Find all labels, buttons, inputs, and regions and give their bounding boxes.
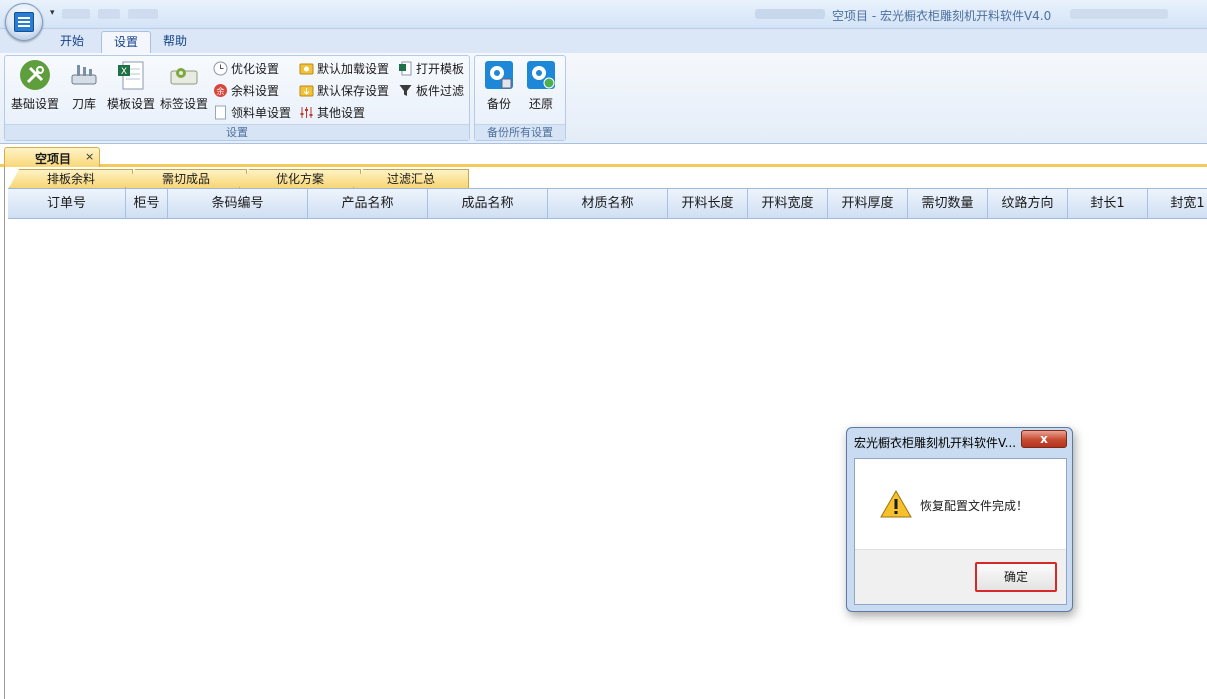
document-icon	[215, 105, 226, 120]
column-header-barcode[interactable]: 条码编号	[168, 189, 308, 218]
default-save-settings-label: 默认保存设置	[317, 84, 390, 98]
window-title: 空项目 - 宏光橱衣柜雕刻机开料软件V4.0	[832, 9, 1052, 23]
dialog-client: 恢复配置文件完成！ 确定	[854, 458, 1067, 605]
backup-group: 备份 还原 备份所有设置	[474, 55, 566, 141]
dialog-close-button[interactable]: x	[1021, 430, 1067, 448]
quick-access-item[interactable]	[128, 9, 158, 19]
open-template-label: 打开模板	[416, 62, 465, 76]
clock-icon	[213, 61, 228, 76]
column-header-edge-length-1[interactable]: 封长1	[1068, 189, 1148, 218]
tool-library-icon	[71, 65, 97, 85]
grid-header: 订单号 柜号 条码编号 产品名称 成品名称 材质名称 开料长度 开料宽度 开料厚…	[8, 188, 1207, 219]
tab-filter-summary[interactable]: 过滤汇总	[353, 169, 469, 188]
label-gear-icon	[170, 68, 198, 85]
ribbon: 基础设置 刀库 X 模板设置 标签设置 优化设置 余 余料设置 领料单设置 默认…	[0, 53, 1207, 144]
optimize-settings-label: 优化设置	[231, 62, 280, 76]
column-header-order-no[interactable]: 订单号	[8, 189, 126, 218]
quick-access-item[interactable]	[98, 9, 120, 19]
column-header-finished-name[interactable]: 成品名称	[428, 189, 548, 218]
app-logo-icon	[14, 12, 34, 32]
default-load-settings-label: 默认加载设置	[317, 62, 390, 76]
column-header-cut-length[interactable]: 开料长度	[668, 189, 748, 218]
svg-text:X: X	[121, 67, 127, 77]
ribbon-tab-bar: 开始 设置 帮助	[0, 29, 1207, 53]
close-icon[interactable]: ×	[85, 150, 94, 163]
title-bar: ▾ 空项目 - 宏光橱衣柜雕刻机开料软件V4.0	[0, 0, 1207, 29]
dialog-title: 宏光橱衣柜雕刻机开料软件V...	[854, 436, 1017, 450]
restore-button[interactable]: 还原	[522, 59, 560, 115]
backup-gear-icon	[485, 61, 513, 89]
sub-tab-strip: 排板余料 需切成品 优化方案 过滤汇总	[4, 167, 1207, 188]
settings-group: 基础设置 刀库 X 模板设置 标签设置 优化设置 余 余料设置 领料单设置 默认…	[4, 55, 470, 141]
column-header-cut-quantity[interactable]: 需切数量	[908, 189, 988, 218]
optimize-settings-button[interactable]: 优化设置	[213, 59, 279, 79]
title-blur-left	[755, 9, 825, 19]
label-settings-button[interactable]: 标签设置	[158, 59, 210, 115]
backup-button[interactable]: 备份	[480, 59, 518, 115]
column-header-cabinet-no[interactable]: 柜号	[126, 189, 168, 218]
document-tab[interactable]: 空项目 ×	[4, 147, 100, 167]
tab-start[interactable]: 开始	[48, 31, 96, 53]
tool-library-label: 刀库	[71, 97, 96, 111]
tab-settings[interactable]: 设置	[101, 31, 152, 53]
message-dialog: 宏光橱衣柜雕刻机开料软件V... x 恢复配置文件完成！ 确定	[846, 427, 1073, 612]
label-settings-label: 标签设置	[159, 97, 208, 111]
open-template-button[interactable]: 打开模板	[398, 59, 464, 79]
quick-access-toolbar: ▾	[50, 6, 180, 22]
template-settings-label: 模板设置	[106, 97, 155, 111]
other-settings-label: 其他设置	[317, 106, 366, 120]
dialog-message: 恢复配置文件完成！	[920, 499, 1029, 513]
other-settings-button[interactable]: 其他设置	[299, 103, 365, 123]
column-header-cut-thickness[interactable]: 开料厚度	[828, 189, 908, 218]
title-blur-right	[1070, 9, 1168, 19]
quick-access-dropdown-icon[interactable]: ▾	[50, 8, 55, 18]
column-header-product-name[interactable]: 产品名称	[308, 189, 428, 218]
remnant-settings-label: 余料设置	[231, 84, 280, 98]
basic-settings-label: 基础设置	[10, 97, 59, 111]
restore-gear-icon	[527, 61, 555, 89]
application-menu-button[interactable]	[5, 3, 43, 41]
column-header-grain-direction[interactable]: 纹路方向	[988, 189, 1068, 218]
remnant-settings-button[interactable]: 余余料设置	[213, 81, 279, 101]
tool-library-button[interactable]: 刀库	[65, 59, 103, 115]
document-tab-label: 空项目	[35, 152, 72, 166]
dialog-footer: 确定	[855, 549, 1066, 604]
svg-text:余: 余	[217, 86, 225, 96]
tab-layout-remnant[interactable]: 排板余料	[9, 169, 133, 188]
settings-group-label: 设置	[5, 124, 469, 140]
tab-optimization-plan[interactable]: 优化方案	[239, 169, 361, 188]
panel-filter-label: 板件过滤	[416, 84, 465, 98]
default-load-settings-button[interactable]: 默认加载设置	[299, 59, 389, 79]
backup-label: 备份	[486, 97, 511, 111]
excel-open-icon	[399, 61, 412, 76]
picking-list-settings-button[interactable]: 领料单设置	[213, 103, 291, 123]
column-header-cut-width[interactable]: 开料宽度	[748, 189, 828, 218]
panel-left-border	[4, 188, 5, 699]
warning-icon	[880, 489, 912, 518]
default-save-settings-button[interactable]: 默认保存设置	[299, 81, 389, 101]
document-tab-strip: 空项目 ×	[0, 144, 1207, 167]
quick-access-item[interactable]	[62, 9, 90, 19]
folder-save-icon	[299, 85, 314, 97]
remnant-icon: 余	[214, 84, 227, 97]
picking-list-settings-label: 领料单设置	[231, 106, 292, 120]
tab-parts-to-cut[interactable]: 需切成品	[125, 169, 247, 188]
basic-settings-button[interactable]: 基础设置	[8, 59, 62, 115]
restore-label: 还原	[528, 97, 553, 111]
panel-filter-button[interactable]: 板件过滤	[398, 81, 464, 101]
excel-template-icon: X	[118, 61, 144, 90]
column-header-material-name[interactable]: 材质名称	[548, 189, 668, 218]
folder-load-icon	[299, 63, 314, 75]
tab-help[interactable]: 帮助	[151, 31, 199, 53]
template-settings-button[interactable]: X 模板设置	[105, 59, 157, 115]
tools-icon	[20, 60, 50, 90]
ok-button[interactable]: 确定	[975, 562, 1057, 592]
sliders-icon	[300, 107, 313, 118]
backup-group-label: 备份所有设置	[475, 124, 565, 140]
filter-icon	[399, 85, 412, 96]
column-header-edge-width-1[interactable]: 封宽1	[1148, 189, 1207, 218]
